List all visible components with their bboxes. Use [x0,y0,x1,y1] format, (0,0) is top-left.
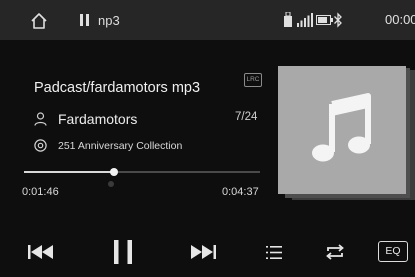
elapsed-time: 0:01:46 [22,186,59,198]
repeat-button[interactable] [325,244,345,260]
home-icon[interactable] [30,12,48,30]
play-pause-button[interactable] [113,240,133,264]
track-index: 7/24 [235,111,258,123]
lyrics-button[interactable]: LRC [244,73,262,87]
person-icon [34,112,47,126]
playlist-button[interactable] [266,245,282,260]
song-title: Padcast/fardamotors mp3 [34,80,201,96]
progress-bar[interactable] [24,168,260,176]
equalizer-button[interactable]: EQ [378,241,408,262]
source-label: np3 [98,12,120,28]
battery-icon [316,15,333,25]
pause-icon [80,14,89,26]
previous-track-button[interactable] [28,245,54,259]
artist-name: Fardamotors [58,111,138,127]
status-bar: np3 00:00 [0,0,415,40]
progress-handle-reflection [108,181,114,187]
source-indicator: np3 [80,11,120,29]
total-time: 0:04:37 [222,186,259,198]
signal-icon [297,13,313,27]
progress-fill [24,171,114,173]
bluetooth-icon [334,12,342,28]
progress-handle[interactable] [109,168,118,176]
clock: 00:00 [385,12,415,27]
music-note-icon [312,93,371,162]
usb-icon [284,12,292,27]
album-disc-icon [34,139,47,152]
album-name: 251 Anniversary Collection [58,140,183,152]
album-art [278,66,406,194]
next-track-button[interactable] [190,245,216,259]
